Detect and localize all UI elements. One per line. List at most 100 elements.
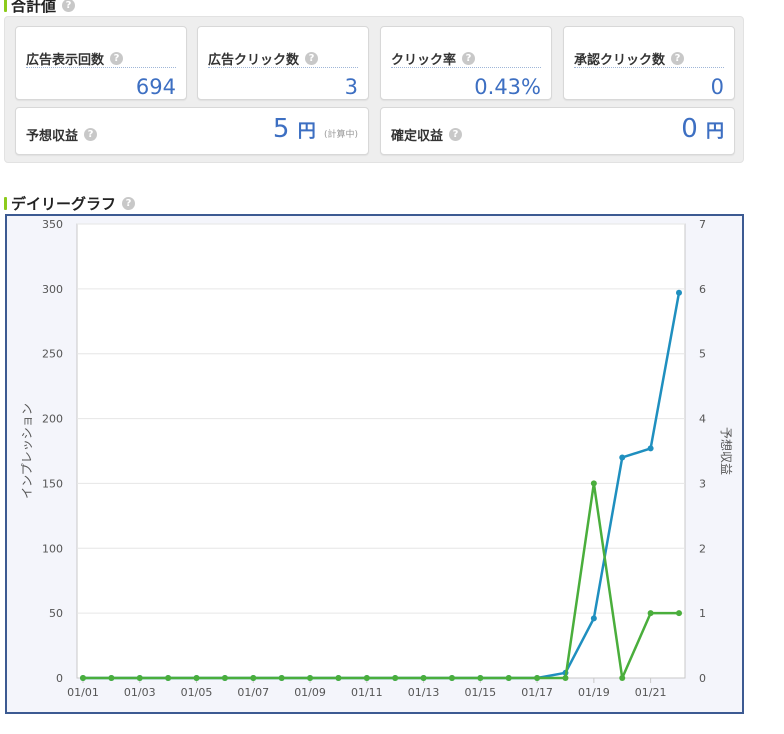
x-tick-label: 01/19: [578, 686, 610, 699]
calculating-note: (計算中): [323, 130, 358, 140]
series-2-point: [250, 675, 257, 681]
approved-clicks-value: 0: [710, 75, 724, 99]
summary-title: 合計値: [11, 0, 57, 15]
x-tick-label: 01/05: [181, 686, 213, 699]
y-tick-label: 350: [42, 218, 63, 231]
series-2-point: [278, 675, 285, 681]
series-2-point: [647, 610, 654, 617]
y2-tick-label: 3: [699, 477, 706, 490]
approved-clicks-card: 承認クリック数? 0: [563, 26, 735, 100]
series-1-point: [590, 615, 597, 622]
help-icon[interactable]: ?: [62, 0, 76, 12]
series-2-point: [392, 675, 399, 681]
x-tick-label: 01/15: [464, 686, 496, 699]
daily-line-chart: 0 50 100 150 200 250 300 350 0 1 2 3 4 5 6 7 01/01 01/03 0…: [7, 216, 742, 712]
series-2-point: [420, 675, 427, 681]
series-2-point: [477, 675, 484, 681]
clicks-label-wrap: 広告クリック数?: [208, 49, 319, 68]
x-tick-label: 01/09: [294, 686, 326, 699]
x-tick-label: 01/13: [408, 686, 440, 699]
x-tick-label: 01/11: [351, 686, 383, 699]
y-tick-label: 150: [42, 477, 63, 490]
confirmed-revenue-unit: 円: [706, 121, 724, 142]
series-2-point: [307, 675, 314, 681]
summary-panel: 広告表示回数? 694 広告クリック数? 3 クリック率? 0.43% 承認クリ…: [4, 16, 744, 163]
series-2-point: [221, 675, 228, 681]
label-underline: [26, 67, 176, 68]
graph-section-title: デイリーグラフ ?: [4, 193, 136, 214]
graph-title: デイリーグラフ: [11, 195, 117, 213]
y-tick-label: 300: [42, 283, 63, 296]
label-underline: [391, 67, 541, 68]
daily-graph-container: 0 50 100 150 200 250 300 350 0 1 2 3 4 5 6 7 01/01 01/03 0…: [5, 214, 744, 714]
approved-clicks-label: 承認クリック数: [574, 53, 666, 68]
series-2-point: [335, 675, 342, 681]
series-2-point: [619, 675, 626, 681]
summary-section-title: 合計値 ?: [4, 0, 76, 16]
help-icon[interactable]: ?: [122, 197, 136, 210]
title-bar-marker: [4, 197, 7, 210]
x-tick-label: 01/07: [237, 686, 269, 699]
y2-tick-label: 1: [699, 607, 706, 620]
series-2-point: [80, 675, 86, 681]
help-icon[interactable]: ?: [305, 52, 319, 65]
y2-tick-label: 5: [699, 348, 706, 361]
y-tick-label: 100: [42, 542, 63, 555]
series-2-point: [193, 675, 200, 681]
label-underline: [208, 67, 358, 68]
series-2-point: [590, 480, 597, 487]
clicks-value: 3: [344, 75, 358, 99]
series-1-point: [619, 454, 626, 461]
series-2-point: [363, 675, 370, 681]
ctr-card: クリック率? 0.43%: [380, 26, 552, 100]
confirmed-revenue-label: 確定収益: [391, 129, 444, 144]
impressions-value: 694: [135, 75, 176, 99]
x-tick-label: 01/17: [521, 686, 553, 699]
confirmed-revenue-card: 確定収益? 0 円: [380, 107, 735, 155]
help-icon[interactable]: ?: [110, 52, 124, 65]
series-1-point: [647, 445, 654, 452]
help-icon[interactable]: ?: [462, 52, 476, 65]
y2-tick-label: 6: [699, 283, 706, 296]
y-tick-label: 0: [56, 672, 63, 685]
x-tick-label: 01/21: [635, 686, 667, 699]
help-icon[interactable]: ?: [671, 52, 685, 65]
series-2-point: [505, 675, 512, 681]
series-2-point: [534, 675, 541, 681]
clicks-card: 広告クリック数? 3: [197, 26, 369, 100]
x-tick-label: 01/01: [67, 686, 99, 699]
y2-tick-label: 7: [699, 218, 706, 231]
ctr-label-wrap: クリック率?: [391, 49, 476, 68]
series-2-point: [562, 675, 569, 681]
approved-label-wrap: 承認クリック数?: [574, 49, 685, 68]
help-icon[interactable]: ?: [84, 128, 98, 141]
y-tick-label: 250: [42, 348, 63, 361]
y-axis-label: インプレッション: [20, 403, 34, 499]
x-tick-label: 01/03: [124, 686, 156, 699]
confirmed-label-wrap: 確定収益?: [391, 125, 463, 144]
series-2-point: [108, 675, 115, 681]
expected-label-wrap: 予想収益?: [26, 125, 98, 144]
label-underline: [574, 67, 724, 68]
ctr-label: クリック率: [391, 53, 457, 68]
series-2-point: [676, 610, 682, 617]
series-2-point: [136, 675, 143, 681]
title-bar-marker: [4, 0, 7, 12]
expected-revenue-label: 予想収益: [26, 129, 79, 144]
plot-area: [76, 223, 686, 679]
help-icon[interactable]: ?: [449, 128, 463, 141]
y2-tick-label: 2: [699, 542, 706, 555]
series-2-point: [165, 675, 172, 681]
clicks-label: 広告クリック数: [208, 53, 300, 68]
impressions-card: 広告表示回数? 694: [15, 26, 187, 100]
y2-axis-label: 予想収益: [719, 427, 734, 475]
series-1-point: [676, 289, 682, 296]
impressions-label-wrap: 広告表示回数?: [26, 49, 124, 68]
y-tick-label: 200: [42, 413, 63, 426]
ctr-value: 0.43%: [474, 75, 541, 99]
expected-revenue-card: 予想収益? 5 円 (計算中): [15, 107, 369, 155]
impressions-label: 広告表示回数: [26, 53, 105, 68]
expected-revenue-value-wrap: 5 円 (計算中): [273, 114, 358, 144]
y2-tick-label: 4: [699, 413, 706, 426]
series-2-point: [448, 675, 455, 681]
